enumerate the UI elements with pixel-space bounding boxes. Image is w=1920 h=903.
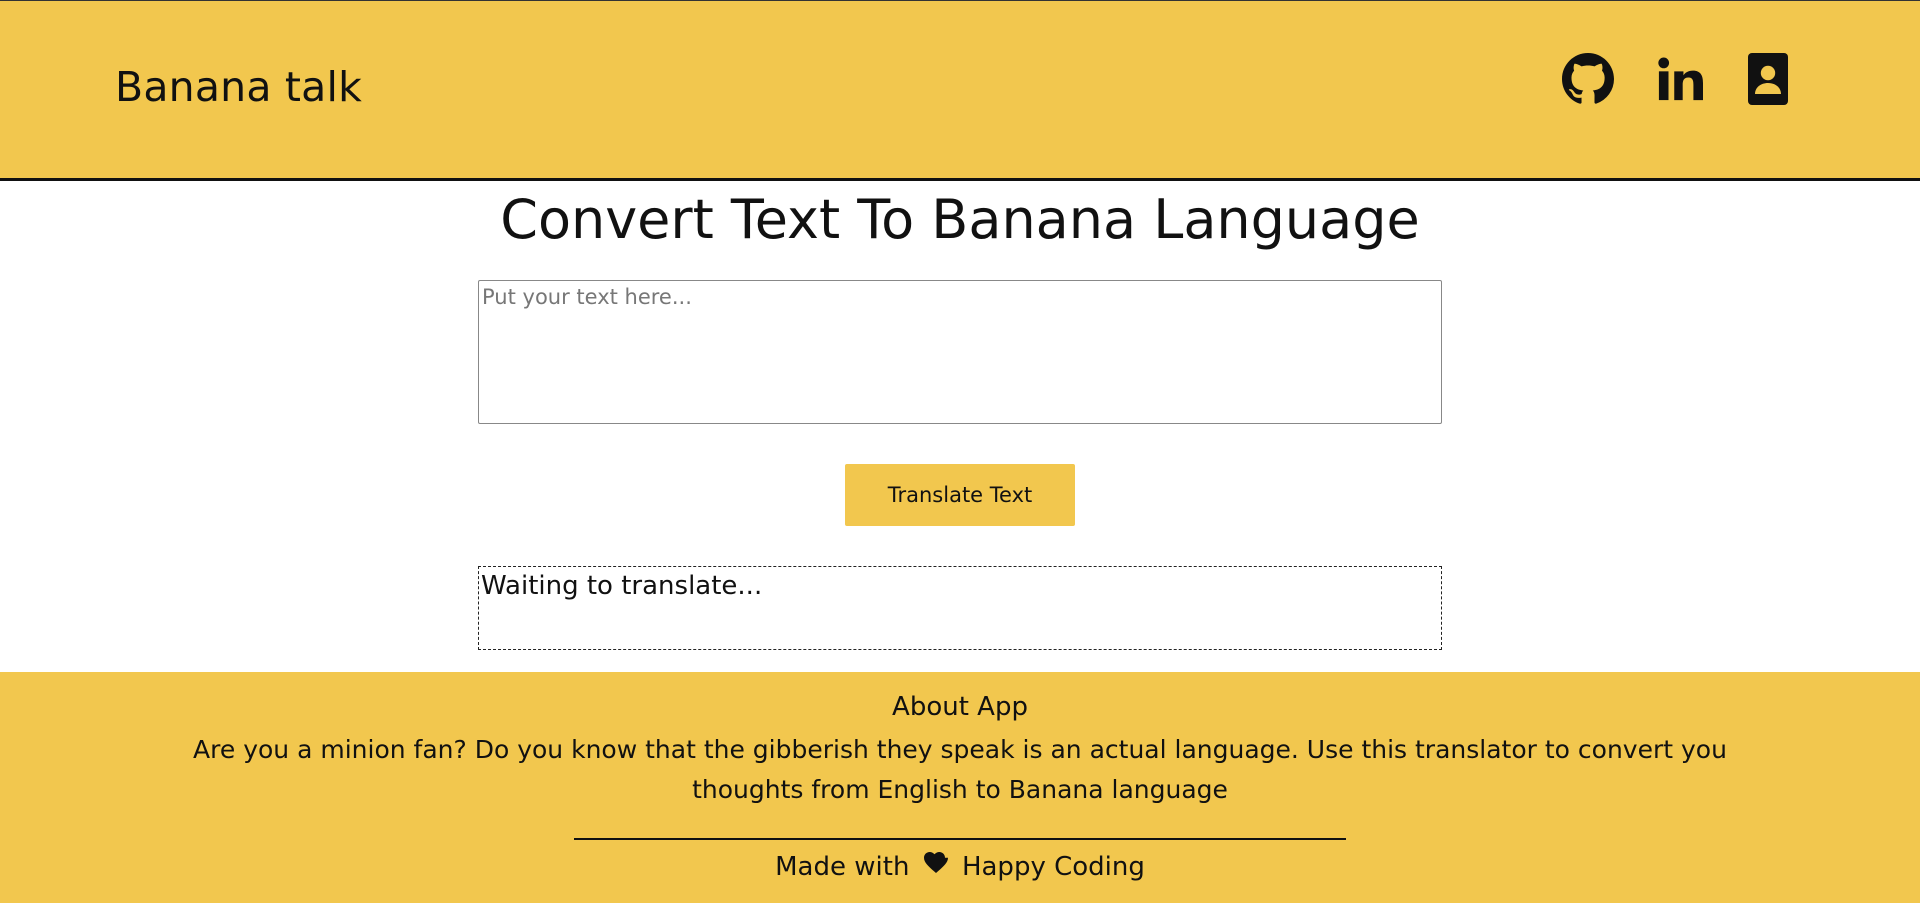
brand-title: Banana talk: [115, 63, 363, 111]
linkedin-link[interactable]: [1652, 51, 1708, 107]
page-title: Convert Text To Banana Language: [500, 188, 1420, 251]
contact-link[interactable]: [1740, 51, 1796, 107]
made-with-line: Made with Happy Coding: [0, 850, 1920, 883]
about-text: Are you a minion fan? Do you know that t…: [193, 735, 1727, 804]
made-with-prefix: Made with: [775, 852, 910, 882]
site-header: Banana talk: [0, 0, 1920, 181]
translate-button[interactable]: Translate Text: [845, 464, 1075, 526]
about-title: About App: [892, 692, 1028, 722]
footer-divider: [574, 838, 1346, 840]
contact-icon: [1748, 53, 1788, 105]
made-with-suffix: Happy Coding: [961, 852, 1145, 882]
text-input[interactable]: [478, 280, 1442, 424]
output-box: Waiting to translate...: [478, 566, 1442, 650]
github-icon: [1562, 53, 1614, 105]
heart-icon: [923, 850, 948, 880]
github-link[interactable]: [1560, 51, 1616, 107]
linkedin-icon: [1657, 56, 1703, 102]
site-footer: About App Are you a minion fan? Do you k…: [0, 672, 1920, 903]
